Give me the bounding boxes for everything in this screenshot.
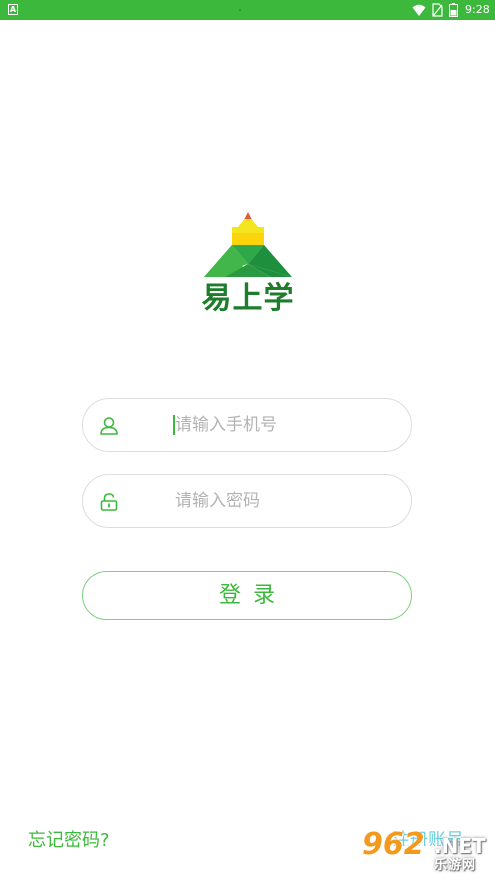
- status-bar: A 9:28: [0, 0, 495, 20]
- battery-icon: [449, 3, 458, 17]
- app-name: 易上学: [201, 281, 295, 316]
- login-button[interactable]: 登录: [82, 571, 412, 620]
- app-logo: 易上学: [195, 211, 301, 321]
- status-dot: [239, 9, 241, 11]
- lock-icon: [100, 493, 118, 511]
- user-icon: [100, 417, 118, 435]
- password-input[interactable]: 请输入密码: [82, 474, 412, 528]
- pencil-mountain-logo-icon: [204, 212, 292, 277]
- watermark-site-name: 乐游网: [434, 858, 477, 873]
- password-placeholder: 请输入密码: [175, 491, 260, 511]
- watermark-logo: 962 .NET 乐游网: [360, 828, 492, 878]
- notification-icon: A: [8, 4, 18, 15]
- watermark-number: 962: [362, 827, 425, 862]
- login-screen: A 9:28 易上学 请输入手机号 请输入密码 登录 忘记密码? 注册账号 96…: [0, 0, 495, 881]
- phone-input[interactable]: 请输入手机号: [82, 398, 412, 452]
- wifi-icon: [412, 4, 426, 16]
- no-sim-icon: [432, 3, 443, 17]
- phone-placeholder: 请输入手机号: [175, 415, 277, 435]
- forgot-password-link[interactable]: 忘记密码?: [28, 828, 110, 854]
- status-time: 9:28: [465, 3, 490, 16]
- watermark-net: .NET: [434, 834, 486, 858]
